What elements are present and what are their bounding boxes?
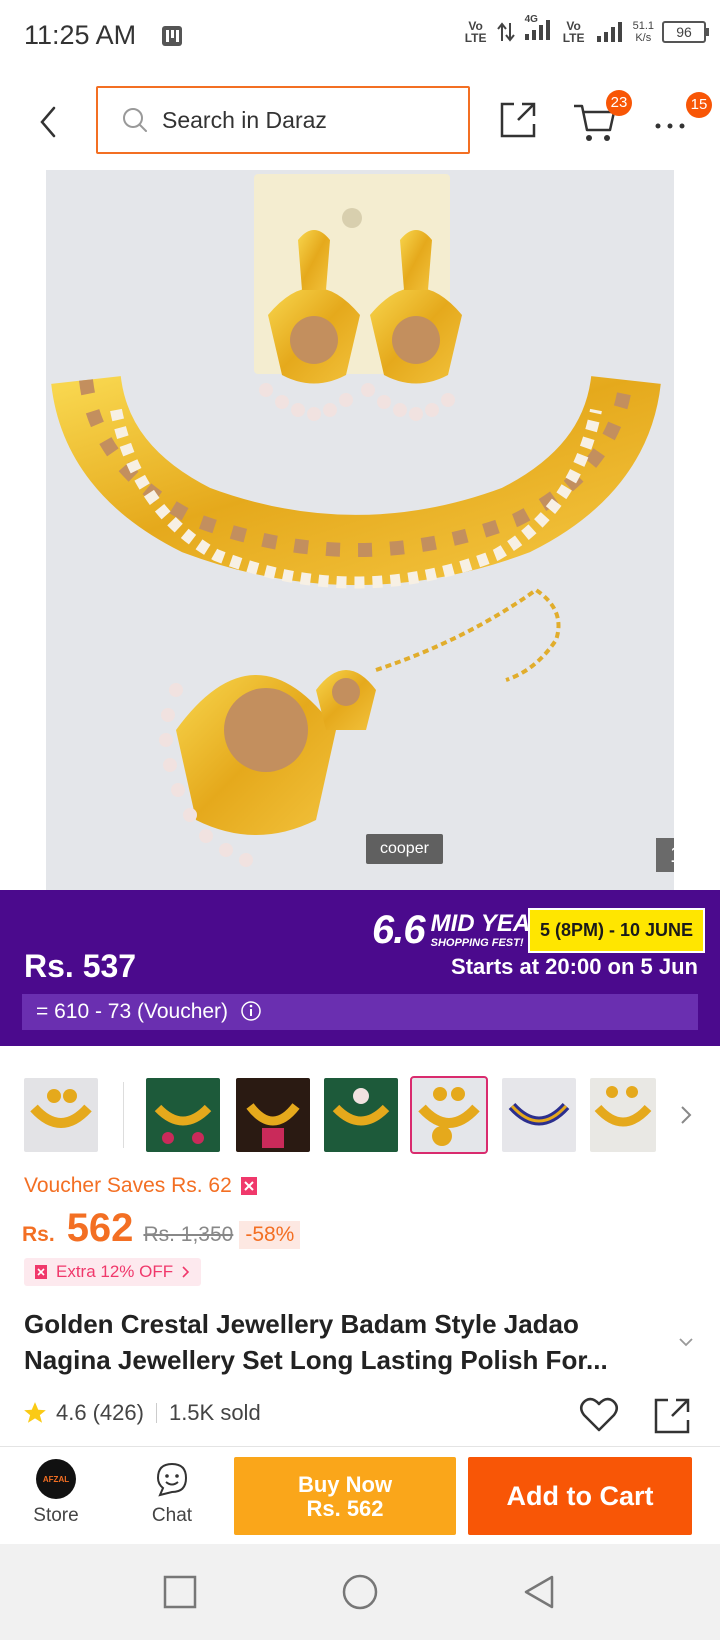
status-bar: 11:25 AM Vo LTE 4G Vo LTE 51.1 K/s 96 xyxy=(0,0,720,74)
chat-icon xyxy=(156,1462,188,1497)
extra-off-chip[interactable]: Extra 12% OFF xyxy=(24,1258,202,1286)
thumbnail-image xyxy=(154,1104,212,1144)
back-triangle-icon[interactable] xyxy=(520,1572,560,1612)
original-price: Rs. 1,350 xyxy=(143,1223,234,1246)
store-label: Store xyxy=(33,1505,79,1526)
current-price: 562 xyxy=(66,1206,134,1250)
promo-banner[interactable]: 6.6 MID YEAR SHOPPING FEST! 5 (8PM) - 10… xyxy=(0,890,720,1046)
data-transfer-icon xyxy=(496,21,515,42)
thumbnail-7[interactable] xyxy=(590,1078,656,1152)
review-count: (426) xyxy=(92,1400,144,1425)
price-row: Rs. 562 Rs. 1,350 -58% xyxy=(22,1206,301,1251)
system-navigation-bar xyxy=(0,1544,720,1640)
thumbnail-4[interactable] xyxy=(324,1078,398,1152)
notification-icon xyxy=(162,26,182,46)
thumbnail-3[interactable] xyxy=(236,1078,310,1152)
extra-off-text: Extra 12% OFF xyxy=(56,1262,174,1281)
jewellery-set-image xyxy=(51,174,661,867)
divider xyxy=(155,1403,157,1423)
status-time: 11:25 AM xyxy=(24,20,137,50)
promo-price: Rs. 537 xyxy=(24,948,137,984)
volte-1: Vo LTE xyxy=(464,18,487,45)
store-button[interactable]: AFZAL Store xyxy=(24,1459,88,1527)
thumbnail-image xyxy=(30,1089,92,1128)
recent-apps-icon[interactable] xyxy=(160,1572,200,1612)
thumbnail-5[interactable] xyxy=(410,1076,488,1154)
voucher-savings-text: Voucher Saves Rs. 62 xyxy=(24,1174,232,1197)
product-image[interactable]: cooper 10/27 xyxy=(46,170,674,890)
thumbnail-image xyxy=(508,1102,570,1126)
heart-icon[interactable] xyxy=(578,1394,620,1436)
buy-now-price: Rs. 562 xyxy=(306,1496,384,1521)
event-logo: 6.6 MID YEAR SHOPPING FEST! xyxy=(372,908,548,953)
store-logo-text: AFZAL xyxy=(42,1474,70,1484)
status-indicators: Vo LTE 4G Vo LTE 51.1 K/s 96 xyxy=(463,14,709,45)
promo-calc-text: = 610 - 73 (Voucher) xyxy=(36,1000,229,1023)
thumbnail-image xyxy=(418,1087,480,1146)
chat-button[interactable]: Chat xyxy=(140,1459,204,1527)
cart-button[interactable]: 23 xyxy=(572,90,632,144)
battery-indicator: 96 xyxy=(662,20,709,43)
chevron-down-icon[interactable] xyxy=(676,1332,696,1352)
chevron-right-icon[interactable] xyxy=(676,1102,696,1128)
network-4g-label: 4G xyxy=(524,14,538,25)
more-button[interactable]: 15 xyxy=(652,92,712,144)
buy-now-label: Buy Now xyxy=(297,1472,393,1497)
rating-row[interactable]: 4.6 (426) 1.5K sold xyxy=(22,1400,261,1426)
info-icon[interactable] xyxy=(240,1000,262,1022)
promo-start-time: Starts at 20:00 on 5 Jun xyxy=(451,954,698,979)
thumbnail-image xyxy=(246,1103,300,1148)
signal-1: 4G xyxy=(523,14,553,45)
promo-price-breakdown[interactable]: = 610 - 73 (Voucher) xyxy=(22,994,698,1030)
network-speed-unit: K/s xyxy=(635,31,652,44)
product-gallery[interactable]: cooper 10/27 xyxy=(0,170,720,890)
thumbnail-divider xyxy=(123,1082,124,1148)
chevron-right-icon xyxy=(182,1266,190,1278)
star-icon xyxy=(24,1402,46,1423)
rating-value: 4.6 xyxy=(56,1400,87,1425)
share-icon[interactable] xyxy=(650,1394,694,1438)
search-input[interactable]: Search in Daraz xyxy=(96,86,470,154)
store-logo: AFZAL xyxy=(36,1459,76,1499)
thumbnail-strip[interactable] xyxy=(0,1066,720,1156)
thumbnail-1[interactable] xyxy=(24,1078,98,1152)
sold-count: 1.5K sold xyxy=(168,1400,261,1425)
product-title-line2: Nagina Jewellery Set Long Lasting Polish… xyxy=(24,1345,608,1375)
more-badge: 15 xyxy=(686,92,712,118)
image-counter: 10/27 xyxy=(656,838,674,872)
header: Search in Daraz 23 15 xyxy=(0,74,720,170)
voucher-icon xyxy=(240,1177,257,1195)
event-dates: 5 (8PM) - 10 JUNE xyxy=(528,908,706,953)
discount-badge: -58% xyxy=(239,1221,301,1249)
thumbnail-2[interactable] xyxy=(146,1078,220,1152)
voucher-savings[interactable]: Voucher Saves Rs. 62 xyxy=(24,1174,258,1198)
product-title: Golden Crestal Jewellery Badam Style Jad… xyxy=(24,1306,664,1378)
image-watermark: cooper xyxy=(366,834,443,864)
thumbnail-image xyxy=(332,1088,390,1126)
bottom-action-bar: AFZAL Store Chat Buy Now Rs. 562 Add to … xyxy=(0,1446,720,1544)
buy-now-button[interactable]: Buy Now Rs. 562 xyxy=(234,1457,456,1535)
volte-2: Vo LTE xyxy=(562,18,585,45)
network-speed: 51.1 K/s xyxy=(633,20,654,44)
thumbnail-6[interactable] xyxy=(502,1078,576,1152)
cart-badge: 23 xyxy=(606,90,632,116)
chat-label: Chat xyxy=(151,1505,193,1526)
share-icon[interactable] xyxy=(496,98,540,142)
search-icon xyxy=(123,108,147,132)
signal-icon-2 xyxy=(596,21,622,42)
network-speed-value: 51.1 xyxy=(632,19,654,32)
search-placeholder: Search in Daraz xyxy=(162,106,327,133)
price-currency: Rs. xyxy=(22,1223,55,1246)
voucher-icon xyxy=(35,1265,47,1279)
add-to-cart-button[interactable]: Add to Cart xyxy=(468,1457,692,1535)
home-icon[interactable] xyxy=(340,1572,380,1612)
product-title-line1: Golden Crestal Jewellery Badam Style Jad… xyxy=(24,1309,579,1339)
back-arrow-icon[interactable] xyxy=(30,98,70,146)
event-number: 6.6 xyxy=(372,908,426,952)
thumbnail-image xyxy=(594,1086,652,1127)
